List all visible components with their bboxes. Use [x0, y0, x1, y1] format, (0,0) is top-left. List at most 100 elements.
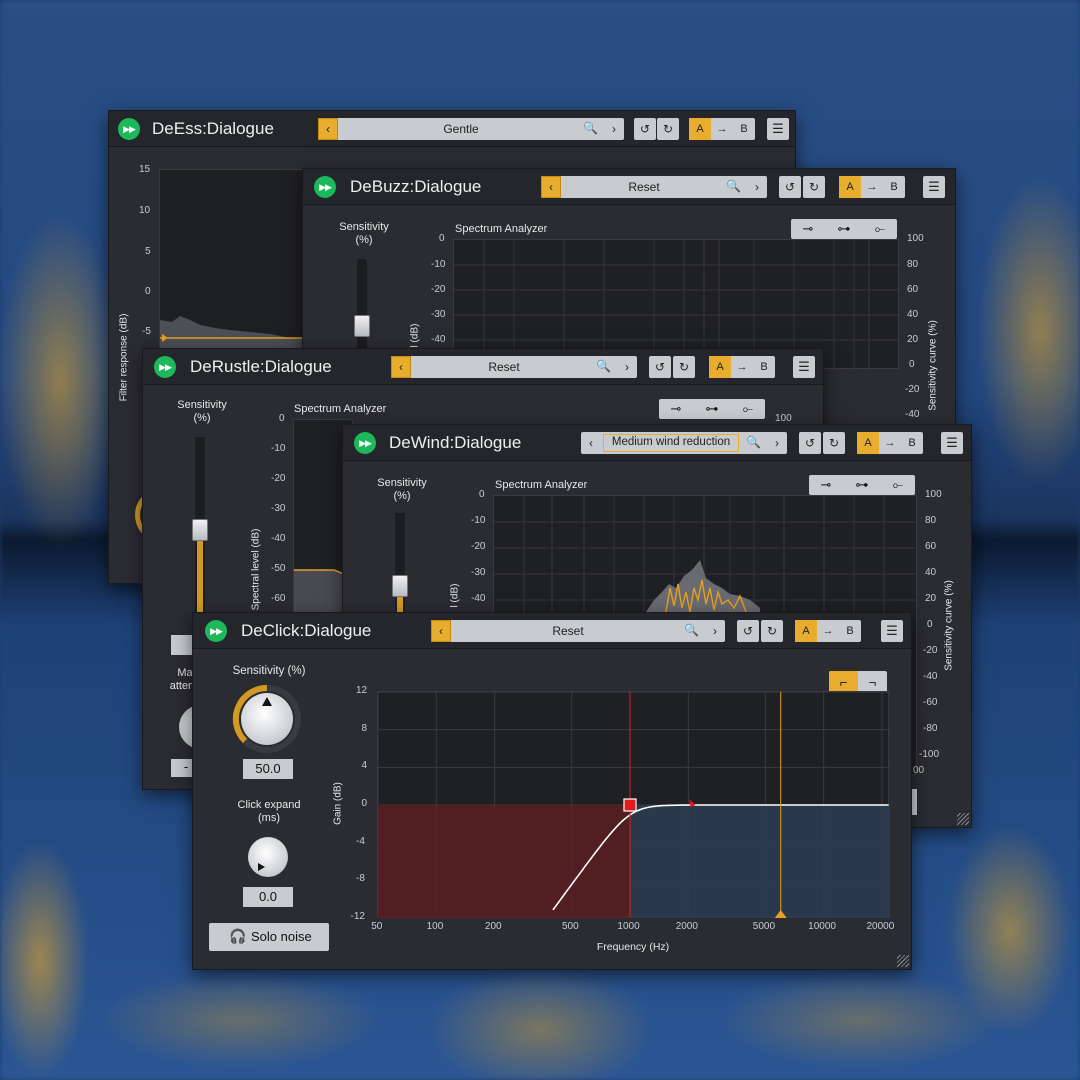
derustle-ab-compare[interactable]: A → B — [709, 356, 775, 378]
dewind-mode-highcut-icon[interactable]: ⟜ — [881, 475, 915, 495]
declick-prev-preset-icon[interactable]: ‹ — [431, 620, 451, 642]
deess-filter-plot[interactable] — [159, 169, 310, 370]
declick-click-expand-value[interactable]: 0.0 — [243, 887, 293, 907]
deess-ab-arrow-icon[interactable]: → — [711, 118, 733, 140]
declick-ab-compare[interactable]: A → B — [795, 620, 861, 642]
derustle-mode-bell-icon[interactable]: ⊶ — [695, 399, 729, 419]
dewind-next-preset-icon[interactable]: › — [767, 432, 787, 454]
dewind-preset-selector[interactable]: ‹ Medium wind reduction 🔍 › — [581, 432, 787, 454]
derustle-mode-lowcut-icon[interactable]: ⊸ — [659, 399, 693, 419]
dewind-mode-lowcut-icon[interactable]: ⊸ — [809, 475, 843, 495]
declick-click-expand-knob[interactable] — [248, 837, 288, 877]
debuzz-logo-icon[interactable]: ▶▶ — [314, 176, 336, 198]
debuzz-menu-icon[interactable]: ☰ — [923, 176, 945, 198]
declick-solo-noise-button[interactable]: 🎧 Solo noise — [209, 923, 329, 951]
deess-logo-icon[interactable]: ▶▶ — [118, 118, 140, 140]
derustle-redo-icon[interactable]: ↻ — [673, 356, 695, 378]
deess-ab-b[interactable]: B — [733, 118, 755, 140]
dewind-resize-grip-icon[interactable] — [957, 813, 969, 825]
debuzz-redo-icon[interactable]: ↻ — [803, 176, 825, 198]
debuzz-preset-selector[interactable]: ‹ Reset 🔍 › — [541, 176, 767, 198]
derustle-small-box[interactable] — [171, 635, 193, 655]
debuzz-header: ▶▶ DeBuzz:Dialogue ‹ Reset 🔍 › ↺ ↻ A → B… — [303, 169, 955, 205]
deess-preset-selector[interactable]: ‹ Gentle 🔍 › — [318, 118, 624, 140]
declick-next-preset-icon[interactable]: › — [705, 620, 725, 642]
deess-next-preset-icon[interactable]: › — [604, 118, 624, 140]
debuzz-mode-lowcut-icon[interactable]: ⊸ — [791, 219, 825, 239]
declick-title: DeClick:Dialogue — [241, 621, 372, 640]
derustle-mode-selector[interactable]: ⊸ ⊶ ⟜ — [659, 399, 765, 419]
debuzz-mode-selector[interactable]: ⊸ ⊶ ⟜ — [791, 219, 897, 239]
derustle-prev-preset-icon[interactable]: ‹ — [391, 356, 411, 378]
derustle-mode-highcut-icon[interactable]: ⟜ — [731, 399, 765, 419]
declick-undo-icon[interactable]: ↺ — [737, 620, 759, 642]
declick-gain-plot[interactable] — [377, 691, 890, 919]
debuzz-search-icon[interactable]: 🔍 — [726, 179, 741, 193]
dewind-mode-bell-icon[interactable]: ⊶ — [845, 475, 879, 495]
debuzz-ab-compare[interactable]: A → B — [839, 176, 905, 198]
declick-search-icon[interactable]: 🔍 — [684, 623, 699, 637]
dewind-sensitivity-thumb[interactable] — [392, 575, 408, 597]
debuzz-sensitivity-slider[interactable] — [354, 259, 370, 359]
dewind-ab-arrow-icon[interactable]: → — [879, 432, 901, 454]
derustle-preset-selector[interactable]: ‹ Reset 🔍 › — [391, 356, 637, 378]
debuzz-right-tick: -20 — [905, 384, 920, 395]
dewind-redo-icon[interactable]: ↻ — [823, 432, 845, 454]
derustle-undo-icon[interactable]: ↺ — [649, 356, 671, 378]
dewind-mode-selector[interactable]: ⊸ ⊶ ⟜ — [809, 475, 915, 495]
dewind-ab-b[interactable]: B — [901, 432, 923, 454]
derustle-next-preset-icon[interactable]: › — [617, 356, 637, 378]
dewind-logo-icon[interactable]: ▶▶ — [354, 432, 376, 454]
derustle-sensitivity-slider[interactable] — [192, 437, 208, 617]
debuzz-ab-arrow-icon[interactable]: → — [861, 176, 883, 198]
dewind-search-icon[interactable]: 🔍 — [746, 435, 761, 449]
declick-mode-lowpass-icon[interactable]: ¬ — [858, 671, 887, 693]
deess-preset-name: Gentle — [443, 122, 479, 136]
deess-ab-a[interactable]: A — [689, 118, 711, 140]
deess-search-icon[interactable]: 🔍 — [583, 121, 598, 135]
declick-ab-b[interactable]: B — [839, 620, 861, 642]
debuzz-left-tick: -10 — [431, 259, 446, 270]
derustle-header: ▶▶ DeRustle:Dialogue ‹ Reset 🔍 › ↺ ↻ A →… — [143, 349, 823, 385]
deess-undo-icon[interactable]: ↺ — [634, 118, 656, 140]
dewind-sensitivity-slider[interactable] — [392, 513, 408, 613]
deess-ab-compare[interactable]: A → B — [689, 118, 755, 140]
deess-prev-preset-icon[interactable]: ‹ — [318, 118, 338, 140]
derustle-ab-a[interactable]: A — [709, 356, 731, 378]
declick-preset-selector[interactable]: ‹ Reset 🔍 › — [431, 620, 725, 642]
derustle-ab-arrow-icon[interactable]: → — [731, 356, 753, 378]
declick-mode-highpass-icon[interactable]: ⌐ — [829, 671, 858, 693]
declick-resize-grip-icon[interactable] — [897, 955, 909, 967]
debuzz-right-tick: 40 — [907, 309, 919, 320]
dewind-prev-preset-icon[interactable]: ‹ — [581, 432, 601, 454]
declick-sensitivity-value[interactable]: 50.0 — [243, 759, 293, 779]
debuzz-sensitivity-thumb[interactable] — [354, 315, 370, 337]
debuzz-ab-b[interactable]: B — [883, 176, 905, 198]
debuzz-undo-icon[interactable]: ↺ — [779, 176, 801, 198]
dewind-menu-icon[interactable]: ☰ — [941, 432, 963, 454]
declick-filter-mode-selector[interactable]: ⌐ ¬ — [829, 671, 887, 693]
debuzz-prev-preset-icon[interactable]: ‹ — [541, 176, 561, 198]
declick-ab-a[interactable]: A — [795, 620, 817, 642]
declick-redo-icon[interactable]: ↻ — [761, 620, 783, 642]
derustle-ab-b[interactable]: B — [753, 356, 775, 378]
declick-menu-icon[interactable]: ☰ — [881, 620, 903, 642]
derustle-search-icon[interactable]: 🔍 — [596, 359, 611, 373]
declick-cutoff-handle[interactable] — [623, 798, 637, 812]
dewind-ab-compare[interactable]: A → B — [857, 432, 923, 454]
derustle-logo-icon[interactable]: ▶▶ — [154, 356, 176, 378]
deess-redo-icon[interactable]: ↻ — [657, 118, 679, 140]
declick-ab-arrow-icon[interactable]: → — [817, 620, 839, 642]
debuzz-mode-highcut-icon[interactable]: ⟜ — [863, 219, 897, 239]
dewind-undo-icon[interactable]: ↺ — [799, 432, 821, 454]
debuzz-next-preset-icon[interactable]: › — [747, 176, 767, 198]
debuzz-right-tick: 60 — [907, 284, 919, 295]
derustle-menu-icon[interactable]: ☰ — [793, 356, 815, 378]
declick-logo-icon[interactable]: ▶▶ — [205, 620, 227, 642]
declick-sensitivity-knob[interactable] — [241, 693, 293, 745]
debuzz-ab-a[interactable]: A — [839, 176, 861, 198]
derustle-sensitivity-thumb[interactable] — [192, 519, 208, 541]
deess-menu-icon[interactable]: ☰ — [767, 118, 789, 140]
dewind-ab-a[interactable]: A — [857, 432, 879, 454]
debuzz-mode-bell-icon[interactable]: ⊶ — [827, 219, 861, 239]
